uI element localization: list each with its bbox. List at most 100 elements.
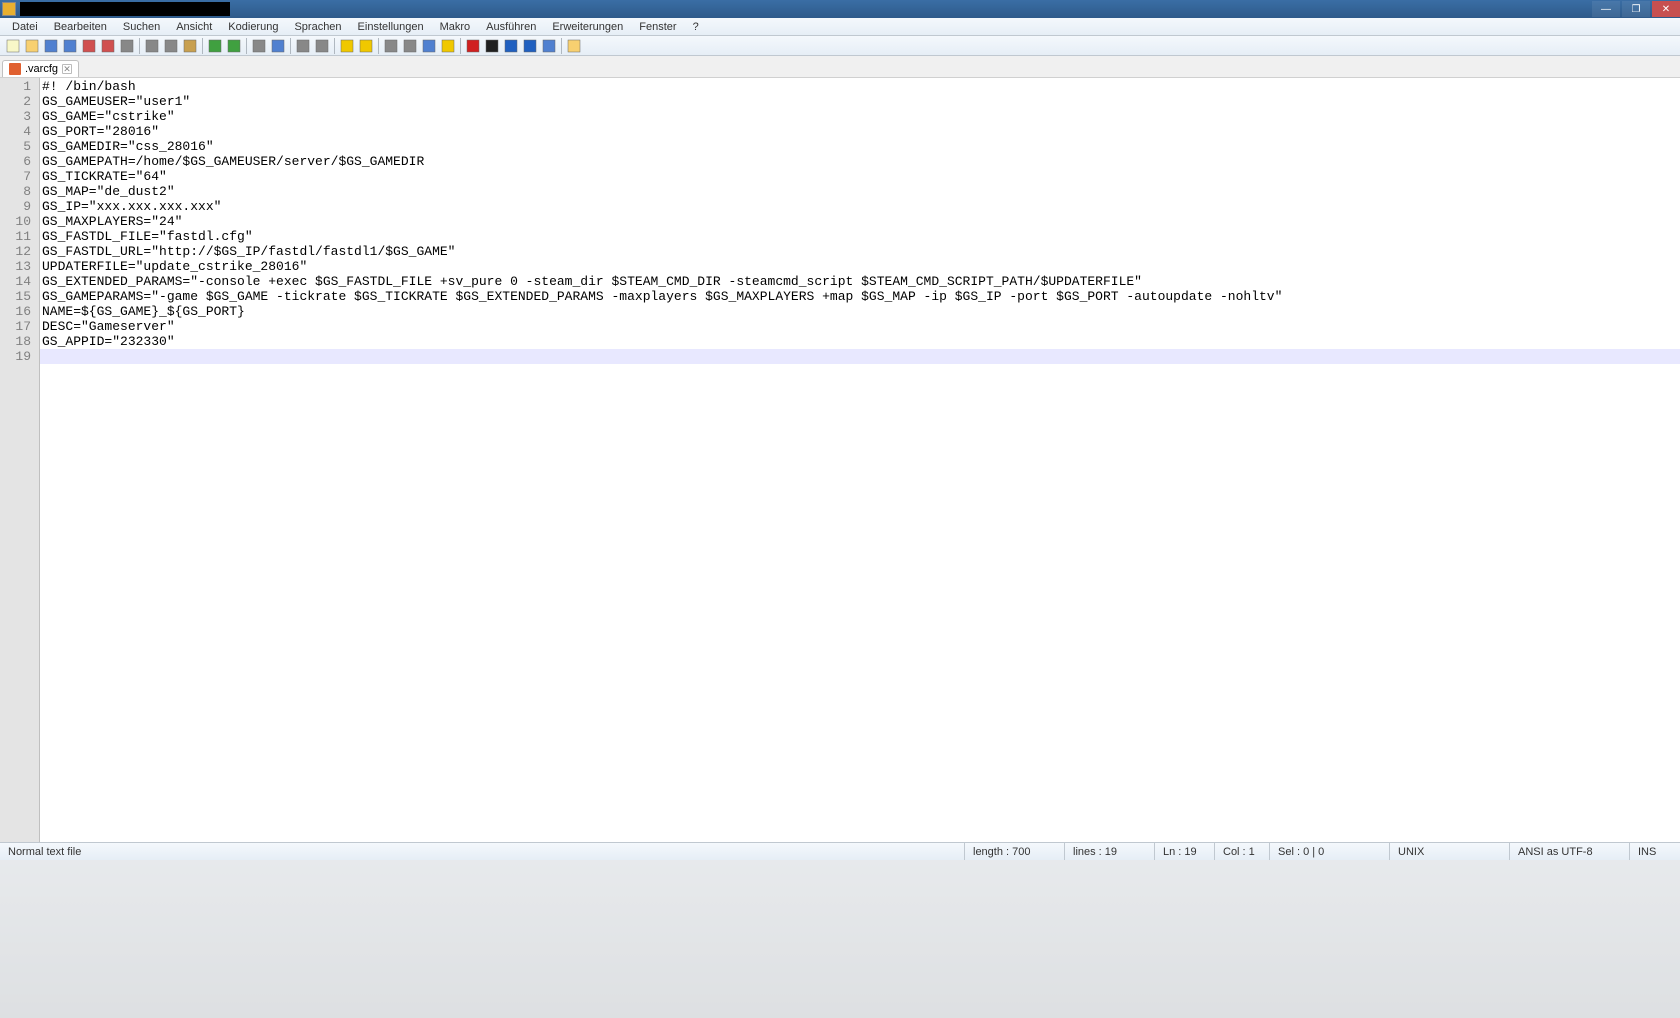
line-number: 8	[0, 184, 39, 199]
status-sel: Sel : 0 | 0	[1270, 843, 1390, 860]
line-number: 1	[0, 79, 39, 94]
new-file-icon[interactable]	[4, 37, 22, 55]
minimize-button[interactable]: —	[1592, 1, 1620, 17]
code-line[interactable]: GS_FASTDL_FILE="fastdl.cfg"	[40, 229, 1680, 244]
line-number: 9	[0, 199, 39, 214]
status-filetype: Normal text file	[0, 843, 965, 860]
indent-icon[interactable]	[420, 37, 438, 55]
toolbar-separator	[139, 38, 140, 54]
code-line[interactable]: #! /bin/bash	[40, 79, 1680, 94]
toolbar-separator	[378, 38, 379, 54]
undo-icon[interactable]	[206, 37, 224, 55]
menu-ansicht[interactable]: Ansicht	[168, 20, 220, 34]
open-file-icon[interactable]	[23, 37, 41, 55]
menu-bearbeiten[interactable]: Bearbeiten	[46, 20, 115, 34]
code-line[interactable]: GS_GAMEPATH=/home/$GS_GAMEUSER/server/$G…	[40, 154, 1680, 169]
code-line[interactable]: GS_PORT="28016"	[40, 124, 1680, 139]
maximize-button[interactable]: ❐	[1622, 1, 1650, 17]
line-number: 4	[0, 124, 39, 139]
redo-icon[interactable]	[225, 37, 243, 55]
menu-datei[interactable]: Datei	[4, 20, 46, 34]
tabstrip: .varcfg ✕	[0, 56, 1680, 78]
line-number: 18	[0, 334, 39, 349]
code-line[interactable]: GS_GAMEUSER="user1"	[40, 94, 1680, 109]
code-line[interactable]: NAME=${GS_GAME}_${GS_PORT}	[40, 304, 1680, 319]
code-line[interactable]: GS_MAP="de_dust2"	[40, 184, 1680, 199]
close-all-icon[interactable]	[99, 37, 117, 55]
lang-icon[interactable]	[439, 37, 457, 55]
record-icon[interactable]	[464, 37, 482, 55]
title-redacted	[20, 2, 230, 16]
cut-icon[interactable]	[143, 37, 161, 55]
line-number: 7	[0, 169, 39, 184]
close-icon[interactable]	[80, 37, 98, 55]
code-line[interactable]: GS_GAMEDIR="css_28016"	[40, 139, 1680, 154]
menu-suchen[interactable]: Suchen	[115, 20, 168, 34]
code-line[interactable]: GS_IP="xxx.xxx.xxx.xxx"	[40, 199, 1680, 214]
code-area[interactable]: #! /bin/bashGS_GAMEUSER="user1"GS_GAME="…	[40, 78, 1680, 842]
folder-icon[interactable]	[565, 37, 583, 55]
zoom-in-icon[interactable]	[294, 37, 312, 55]
replace-icon[interactable]	[269, 37, 287, 55]
code-line[interactable]: UPDATERFILE="update_cstrike_28016"	[40, 259, 1680, 274]
code-line[interactable]: DESC="Gameserver"	[40, 319, 1680, 334]
line-number: 16	[0, 304, 39, 319]
menu-erweiterungen[interactable]: Erweiterungen	[544, 20, 631, 34]
print-icon[interactable]	[118, 37, 136, 55]
find-icon[interactable]	[250, 37, 268, 55]
line-number: 6	[0, 154, 39, 169]
tab-close-button[interactable]: ✕	[62, 64, 72, 74]
line-number: 14	[0, 274, 39, 289]
sync-v-icon[interactable]	[338, 37, 356, 55]
code-line[interactable]: GS_MAXPLAYERS="24"	[40, 214, 1680, 229]
desktop-blur	[0, 860, 1680, 1018]
tab-label: .varcfg	[25, 63, 58, 75]
toolbar	[0, 36, 1680, 56]
status-eol: UNIX	[1390, 843, 1510, 860]
save-all-icon[interactable]	[61, 37, 79, 55]
line-number: 17	[0, 319, 39, 334]
stop-icon[interactable]	[483, 37, 501, 55]
menu-einstellungen[interactable]: Einstellungen	[350, 20, 432, 34]
play-multi-icon[interactable]	[521, 37, 539, 55]
titlebar: — ❐ ✕	[0, 0, 1680, 18]
tab-varcfg[interactable]: .varcfg ✕	[2, 60, 79, 77]
play-icon[interactable]	[502, 37, 520, 55]
menu-sprachen[interactable]: Sprachen	[286, 20, 349, 34]
statusbar: Normal text file length : 700 lines : 19…	[0, 842, 1680, 860]
menu-ausführen[interactable]: Ausführen	[478, 20, 544, 34]
toolbar-separator	[334, 38, 335, 54]
close-window-button[interactable]: ✕	[1652, 1, 1680, 17]
code-line[interactable]: GS_GAME="cstrike"	[40, 109, 1680, 124]
menu-?[interactable]: ?	[685, 20, 707, 34]
wordwrap-icon[interactable]	[382, 37, 400, 55]
menu-kodierung[interactable]: Kodierung	[220, 20, 286, 34]
app-icon	[2, 2, 16, 16]
status-ln: Ln : 19	[1155, 843, 1215, 860]
code-line[interactable]: GS_FASTDL_URL="http://$GS_IP/fastdl/fast…	[40, 244, 1680, 259]
window-controls: — ❐ ✕	[1592, 1, 1680, 17]
code-line[interactable]: GS_TICKRATE="64"	[40, 169, 1680, 184]
editor[interactable]: 12345678910111213141516171819 #! /bin/ba…	[0, 78, 1680, 842]
save-macro-icon[interactable]	[540, 37, 558, 55]
line-number: 5	[0, 139, 39, 154]
all-chars-icon[interactable]	[401, 37, 419, 55]
paste-icon[interactable]	[181, 37, 199, 55]
code-line[interactable]: GS_GAMEPARAMS="-game $GS_GAME -tickrate …	[40, 289, 1680, 304]
status-length: length : 700	[965, 843, 1065, 860]
line-number: 11	[0, 229, 39, 244]
line-number: 2	[0, 94, 39, 109]
copy-icon[interactable]	[162, 37, 180, 55]
line-number: 12	[0, 244, 39, 259]
line-number: 10	[0, 214, 39, 229]
toolbar-separator	[460, 38, 461, 54]
menu-fenster[interactable]: Fenster	[631, 20, 684, 34]
menu-makro[interactable]: Makro	[432, 20, 479, 34]
toolbar-separator	[290, 38, 291, 54]
sync-h-icon[interactable]	[357, 37, 375, 55]
code-line[interactable]: GS_APPID="232330"	[40, 334, 1680, 349]
zoom-out-icon[interactable]	[313, 37, 331, 55]
toolbar-separator	[561, 38, 562, 54]
save-icon[interactable]	[42, 37, 60, 55]
code-line[interactable]: GS_EXTENDED_PARAMS="-console +exec $GS_F…	[40, 274, 1680, 289]
